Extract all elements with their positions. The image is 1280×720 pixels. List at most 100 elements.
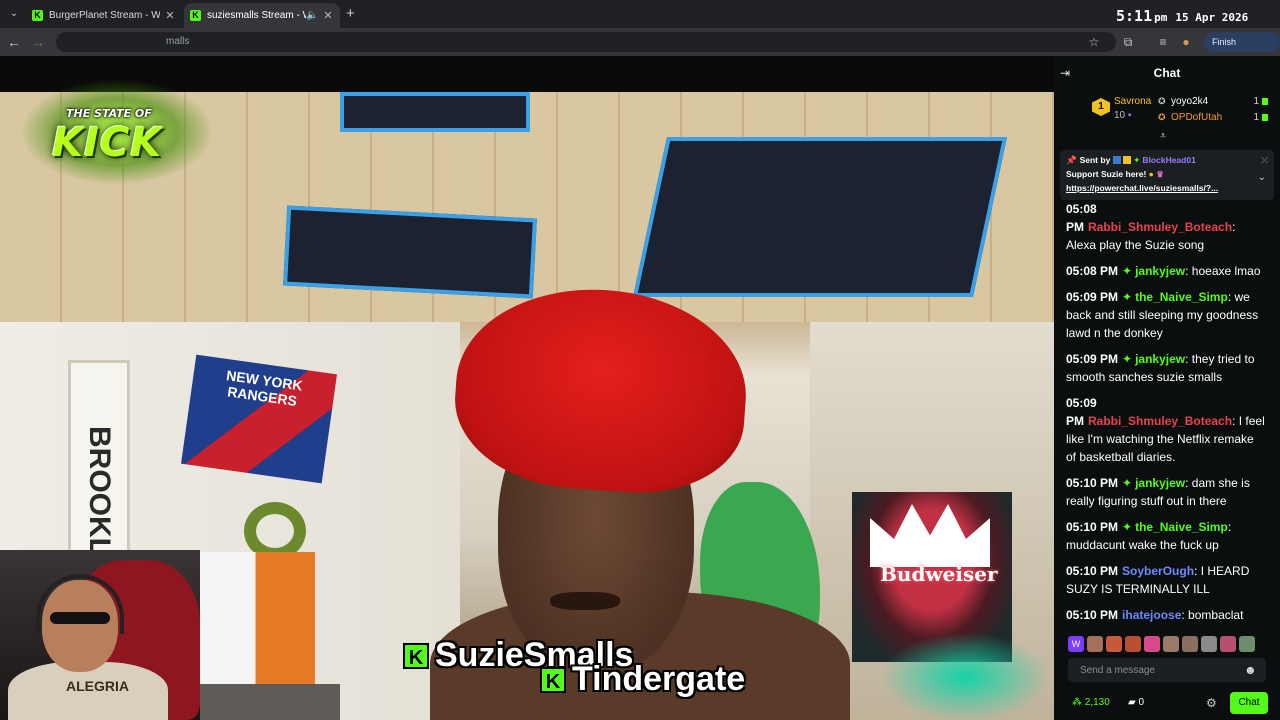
gear-icon[interactable]: ⚙ [1206, 696, 1217, 710]
emote-icon[interactable] [1163, 636, 1179, 652]
message-user[interactable]: jankyjew [1135, 352, 1185, 366]
reading-list-icon[interactable]: ≡ [1155, 34, 1171, 50]
clock-ampm: pm [1154, 11, 1168, 24]
message-user[interactable]: Rabbi_Shmuley_Boteach [1088, 414, 1232, 428]
message-user[interactable]: ihatejoose [1122, 608, 1181, 622]
leaderboard-name: yoyo2k4 [1171, 96, 1209, 107]
points-icon: ⁂ [1072, 697, 1082, 708]
emote-icon[interactable] [1087, 636, 1103, 652]
video-player[interactable]: BROOKLYN NEW YORK RANGERS Budweiser THE … [0, 56, 1054, 720]
emoji-icon: ♛ [1156, 169, 1164, 179]
rangers-flag: NEW YORK RANGERS [181, 354, 337, 484]
chat-title: Chat [1153, 66, 1181, 80]
name-overlay-2: K Tindergate [540, 660, 745, 699]
finish-update-button[interactable]: Finish update⋮ [1204, 32, 1280, 67]
kicks-icon: ▰ [1128, 697, 1136, 708]
pinned-message[interactable]: 📌 Sent by ✦ BlockHead01 ⤫ Support Suzie … [1060, 150, 1274, 200]
emote-w-icon[interactable]: W [1068, 636, 1084, 652]
desktop-clock: 5:11 pm 15 Apr 2026 [1116, 6, 1248, 25]
new-tab-button[interactable]: + [346, 5, 355, 22]
logo-title: KICK [52, 120, 163, 166]
kick-favicon-icon: K [190, 10, 201, 21]
tab-search-icon[interactable]: ⌄ [6, 6, 22, 22]
bookmark-star-icon[interactable]: ☆ [1086, 34, 1102, 50]
emote-icon[interactable] [1125, 636, 1141, 652]
kick-favicon-icon: K [32, 10, 43, 21]
send-chat-button[interactable]: Chat [1230, 692, 1268, 714]
emoji-picker-icon[interactable]: ☻ [1244, 663, 1258, 677]
kick-logo-icon: K [403, 642, 429, 669]
pinned-link[interactable]: https://powerchat.live/suziesmalls/?... [1066, 183, 1244, 193]
chevron-down-icon[interactable]: ⌄ [1258, 172, 1266, 183]
unpin-icon[interactable]: ⤫ [1261, 155, 1268, 166]
emote-icon[interactable] [1106, 636, 1122, 652]
message-time: 05:10 PM [1066, 476, 1119, 490]
forward-arrow-icon[interactable]: → [30, 34, 46, 50]
message-user[interactable]: the_Naive_Simp [1135, 290, 1228, 304]
spark-badge-icon: ✦ [1122, 476, 1133, 490]
logo-subtitle: THE STATE OF [66, 107, 152, 120]
leaderboard-expand-icon[interactable]: ⩡ [1160, 130, 1166, 143]
tab-suziesmalls[interactable]: K suziesmalls Stream - Watch 🔈 ✕ [184, 3, 340, 28]
leaderboard-first-name: Savrona [1114, 96, 1152, 107]
chat-message: 05:09 PM ✦ the_Naive_Simp: we back and sti… [1066, 288, 1266, 342]
profile-avatar-icon[interactable]: ● [1178, 34, 1194, 50]
ceiling-tarp [283, 205, 537, 299]
leaderboard-row: ✪ yoyo2k4 1 [1158, 96, 1268, 107]
send-message-input[interactable] [1068, 658, 1244, 682]
message-user[interactable]: jankyjew [1135, 476, 1185, 490]
message-time: 05:09 PM [1066, 290, 1119, 304]
channel-points[interactable]: ⁂ 2,130 [1072, 697, 1110, 708]
kicks-balance[interactable]: ▰ 0 [1128, 697, 1144, 708]
gear-badge-icon: ✪ [1158, 96, 1166, 106]
gem-icon [1262, 98, 1268, 105]
chat-message: 05:09 PM Rabbi_Shmuley_Boteach: I feel li… [1066, 394, 1266, 466]
name-text: Tindergate [572, 660, 746, 698]
spark-badge-icon: ✦ [1122, 290, 1133, 304]
chat-header: ⇥ Chat [1054, 56, 1280, 90]
tab-burgerplanet[interactable]: K BurgerPlanet Stream - Watch Li ✕ [26, 3, 182, 28]
leaderboard-count: 1 [1253, 96, 1259, 107]
sent-by-label: Sent by [1079, 155, 1111, 165]
gem-icon [1262, 114, 1268, 121]
message-user[interactable]: SoyberOugh [1122, 564, 1194, 578]
pinned-header: 📌 Sent by ✦ BlockHead01 ⤫ [1066, 154, 1268, 166]
address-bar[interactable]: malls [56, 32, 1116, 52]
spark-badge-icon: ✦ [1122, 352, 1133, 366]
chat-panel: ⇥ Chat 1 Savrona 10 ▪ ✪ yoyo2k4 1 ✪ OPDo… [1054, 56, 1280, 720]
extensions-puzzle-icon[interactable]: ⧉ [1120, 34, 1136, 50]
emote-icon[interactable] [1220, 636, 1236, 652]
kicks-value: 0 [1138, 697, 1145, 708]
leaderboard-name: OPDofUtah [1171, 112, 1223, 123]
pinned-user[interactable]: BlockHead01 [1142, 155, 1195, 165]
back-arrow-icon[interactable]: ← [6, 34, 22, 50]
chat-input-box: ☻ [1068, 658, 1266, 682]
message-time: 05:10 PM [1066, 520, 1119, 534]
message-user[interactable]: Rabbi_Shmuley_Boteach [1088, 220, 1232, 234]
shirt-text: ALEGRIA [66, 678, 129, 694]
money-bag-icon: ● [1148, 169, 1154, 179]
url-text: malls [166, 36, 190, 47]
tab-title: suziesmalls Stream - Watch [207, 10, 306, 21]
close-tab-icon[interactable]: ✕ [322, 9, 334, 22]
emote-icon[interactable] [1144, 636, 1160, 652]
sunglasses [50, 612, 110, 624]
emote-icon[interactable] [1201, 636, 1217, 652]
gear-badge-icon: ✪ [1158, 112, 1166, 122]
message-user[interactable]: the_Naive_Simp [1135, 520, 1228, 534]
gift-leaderboard[interactable]: 1 Savrona 10 ▪ ✪ yoyo2k4 1 ✪ OPDofUtah 1 [1088, 94, 1278, 138]
message-user[interactable]: jankyjew [1135, 264, 1185, 278]
close-tab-icon[interactable]: ✕ [164, 9, 176, 22]
emote-icon[interactable] [1239, 636, 1255, 652]
chat-message: 05:10 PM SoyberOugh: I HEARD SUZY IS TERM… [1066, 562, 1266, 598]
points-value: 2,130 [1084, 697, 1110, 708]
webcam-overlay: ALEGRIA [0, 550, 200, 720]
speaker-icon[interactable]: 🔈 [306, 10, 318, 21]
emote-icon[interactable] [1182, 636, 1198, 652]
chat-message: 05:10 PMihatejoose: bombaclat suzie wake… [1066, 606, 1266, 628]
state-of-kick-logo: THE STATE OF KICK [22, 80, 212, 184]
message-text: : hoeaxe lmao [1185, 264, 1261, 278]
count: 10 [1114, 110, 1126, 121]
budweiser-text: Budweiser [880, 562, 998, 586]
chat-footer: ⁂ 2,130 ▰ 0 ⚙ Chat [1054, 690, 1280, 720]
